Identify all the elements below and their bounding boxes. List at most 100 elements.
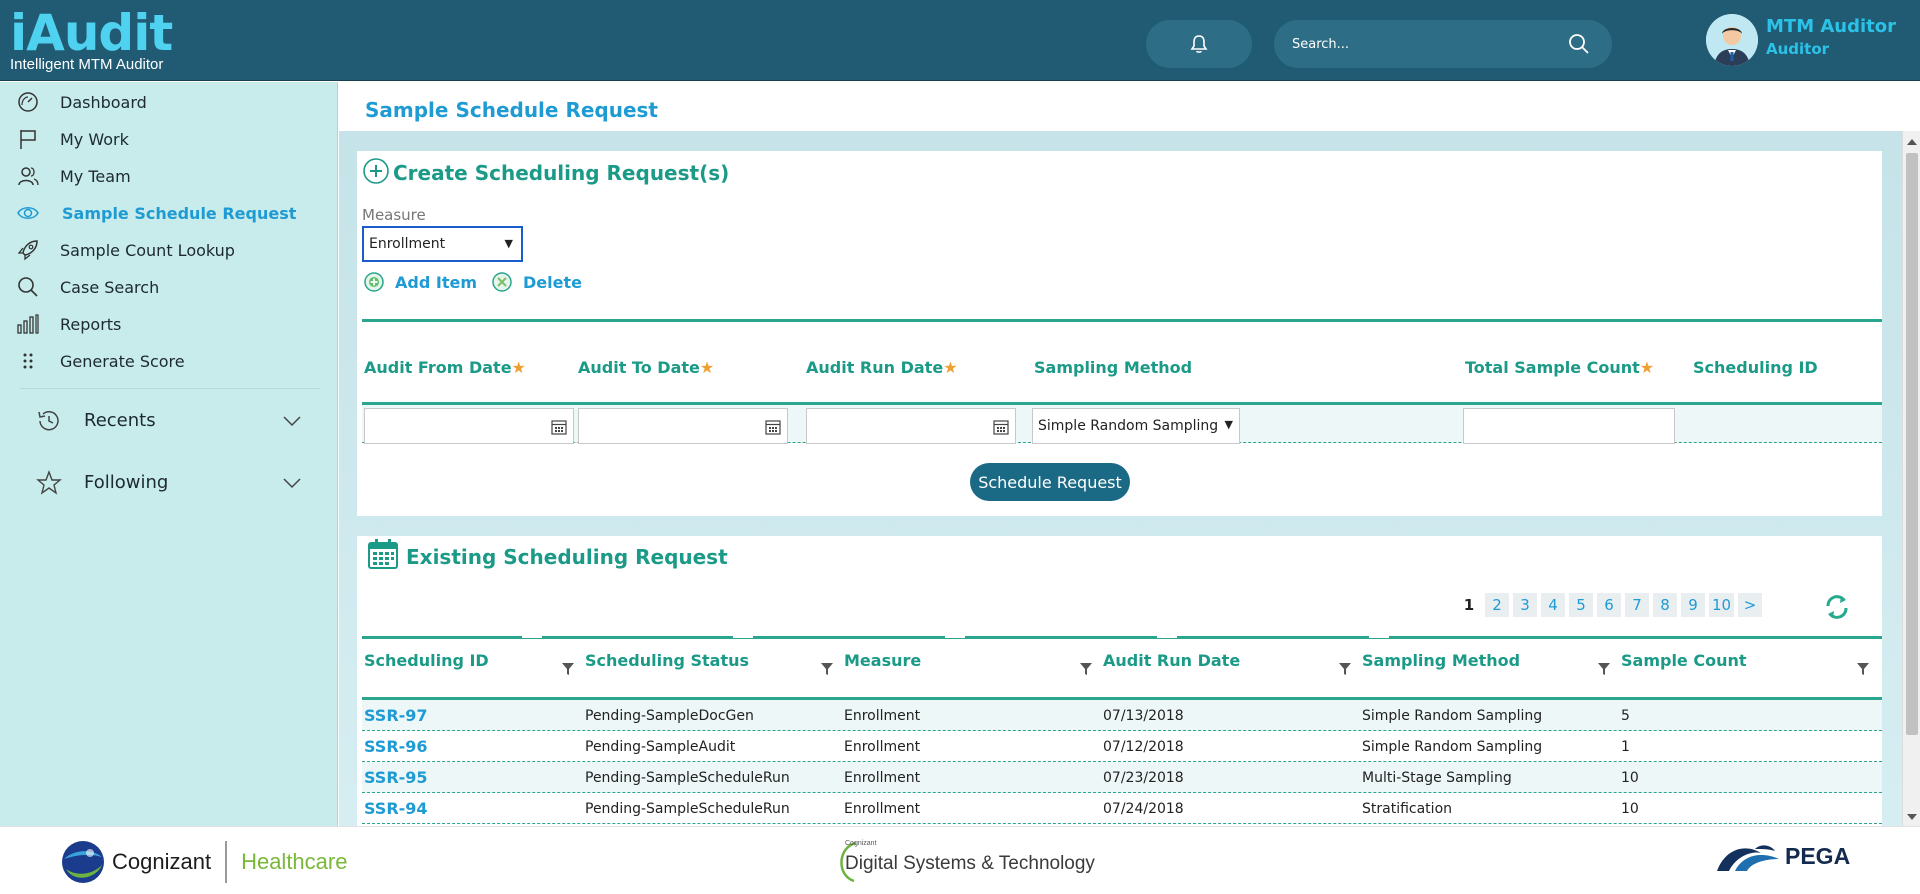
user-name: MTM Auditor [1766, 16, 1897, 37]
eye-icon [16, 202, 40, 224]
search-icon[interactable] [1568, 33, 1590, 55]
filter-icon[interactable] [1079, 662, 1093, 676]
measure-select[interactable]: Enrollment ▼ [362, 226, 523, 262]
dst-small-text: Cognizant [845, 840, 877, 847]
app-logo[interactable]: iAudit Intelligent MTM Auditor [10, 8, 173, 73]
sidebar-item-sample-schedule-request[interactable]: Sample Schedule Request [0, 197, 338, 229]
table-row[interactable]: SSR-95 Pending-SampleScheduleRun Enrollm… [362, 762, 1882, 793]
required-star-icon: ★ [699, 358, 715, 377]
user-role: Auditor [1766, 40, 1830, 58]
scroll-down-arrow[interactable] [1907, 814, 1917, 820]
calendar-icon[interactable] [993, 419, 1009, 435]
scheduling-id-link[interactable]: SSR-97 [364, 706, 428, 725]
dropdown-arrow-icon: ▼ [1224, 418, 1233, 431]
column-separator [1157, 636, 1177, 638]
sidebar-item-my-team[interactable]: My Team [0, 160, 338, 192]
delete-label: Delete [523, 272, 582, 292]
col-audit-run-date[interactable]: Audit Run Date [1103, 651, 1240, 670]
table-row[interactable]: SSR-96 Pending-SampleAudit Enrollment 07… [362, 731, 1882, 762]
calendar-icon[interactable] [551, 419, 567, 435]
sidebar-item-label: My Team [60, 166, 131, 186]
col-audit-run-date: Audit Run Date★ [806, 358, 958, 377]
table-row[interactable]: SSR-94 Pending-SampleScheduleRun Enrollm… [362, 793, 1882, 824]
sidebar-item-my-work[interactable]: My Work [0, 123, 338, 155]
scheduling-id-link[interactable]: SSR-94 [364, 799, 428, 818]
dropdown-arrow-icon: ▼ [504, 237, 513, 250]
sample-count-cell: 10 [1621, 801, 1639, 817]
add-item-label: Add Item [395, 272, 477, 292]
scroll-up-arrow[interactable] [1907, 139, 1917, 145]
delete-button[interactable]: Delete [491, 271, 582, 293]
column-separator [522, 636, 542, 638]
audit-run-date-input[interactable] [806, 408, 1016, 444]
table-row[interactable]: SSR-97 Pending-SampleDocGen Enrollment 0… [362, 700, 1882, 731]
audit-run-date-cell: 07/23/2018 [1103, 770, 1184, 786]
measure-label: Measure [362, 206, 426, 224]
cognizant-globe-icon [62, 841, 104, 883]
sidebar-item-label: Case Search [60, 277, 160, 297]
page-link[interactable]: 9 [1681, 593, 1705, 617]
col-sampling-method[interactable]: Sampling Method [1362, 651, 1520, 670]
sidebar-item-reports[interactable]: Reports [0, 308, 338, 340]
history-icon [36, 408, 62, 438]
sampling-method-cell: Stratification [1362, 801, 1453, 817]
chevron-down-icon[interactable] [282, 474, 302, 493]
page-next[interactable]: > [1738, 593, 1763, 617]
scheduling-id-link[interactable]: SSR-96 [364, 737, 428, 756]
create-request-panel: Create Scheduling Request(s) Measure Enr… [357, 151, 1882, 516]
sidebar-recents[interactable]: Recents [0, 400, 338, 440]
sidebar-item-label: Sample Count Lookup [60, 240, 235, 260]
sidebar-following[interactable]: Following [0, 462, 338, 502]
search-input[interactable] [1292, 32, 1562, 56]
page-link[interactable]: 2 [1485, 593, 1509, 617]
scrollbar[interactable] [1902, 131, 1920, 826]
sidebar-item-dashboard[interactable]: Dashboard [0, 86, 338, 118]
filter-icon[interactable] [1597, 662, 1611, 676]
pega-text: PEGA [1785, 842, 1851, 869]
scheduling-id-link[interactable]: SSR-95 [364, 768, 428, 787]
chevron-down-icon[interactable] [282, 412, 302, 431]
add-item-button[interactable]: Add Item [363, 271, 477, 293]
col-scheduling-id[interactable]: Scheduling ID [364, 651, 489, 670]
sampling-method-select[interactable]: Simple Random Sampling ▼ [1032, 408, 1240, 444]
scheduling-status: Pending-SampleScheduleRun [585, 770, 790, 786]
cognizant-text: Cognizant [112, 849, 212, 874]
app-header: iAudit Intelligent MTM Auditor MTM Audit… [0, 0, 1920, 81]
filter-icon[interactable] [820, 662, 834, 676]
notifications-button[interactable] [1146, 20, 1252, 68]
refresh-icon[interactable] [1822, 592, 1852, 622]
add-circle-icon [364, 272, 384, 292]
page-link[interactable]: 5 [1569, 593, 1593, 617]
sidebar-divider [20, 388, 320, 389]
page-link[interactable]: 8 [1653, 593, 1677, 617]
col-scheduling-status[interactable]: Scheduling Status [585, 651, 749, 670]
audit-from-date-input[interactable] [364, 408, 574, 444]
measure-cell: Enrollment [844, 801, 921, 817]
avatar[interactable] [1706, 14, 1758, 66]
scroll-thumb[interactable] [1906, 153, 1918, 735]
filter-icon[interactable] [1338, 662, 1352, 676]
total-sample-count-input[interactable] [1463, 408, 1675, 444]
filter-icon[interactable] [561, 662, 575, 676]
audit-to-date-input[interactable] [578, 408, 788, 444]
column-separator [733, 636, 753, 638]
col-measure[interactable]: Measure [844, 651, 921, 670]
page-link[interactable]: 10 [1709, 593, 1735, 617]
required-star-icon: ★ [511, 358, 526, 377]
page-link[interactable]: 6 [1597, 593, 1621, 617]
delete-circle-icon [492, 272, 512, 292]
filter-icon[interactable] [1856, 662, 1870, 676]
sidebar-item-sample-count-lookup[interactable]: Sample Count Lookup [0, 234, 338, 266]
page-link[interactable]: 7 [1625, 593, 1649, 617]
sidebar-item-label: Sample Schedule Request [62, 203, 297, 223]
col-total-sample-count: Total Sample Count★ [1465, 358, 1655, 377]
bar-chart-icon [16, 313, 40, 335]
page-link[interactable]: 3 [1513, 593, 1537, 617]
page-link[interactable]: 4 [1541, 593, 1565, 617]
calendar-icon[interactable] [765, 419, 781, 435]
search-icon [16, 276, 40, 298]
schedule-request-button[interactable]: Schedule Request [970, 463, 1130, 501]
sidebar-item-case-search[interactable]: Case Search [0, 271, 338, 303]
col-sample-count[interactable]: Sample Count [1621, 651, 1747, 670]
sidebar-item-generate-score[interactable]: Generate Score [0, 345, 338, 377]
